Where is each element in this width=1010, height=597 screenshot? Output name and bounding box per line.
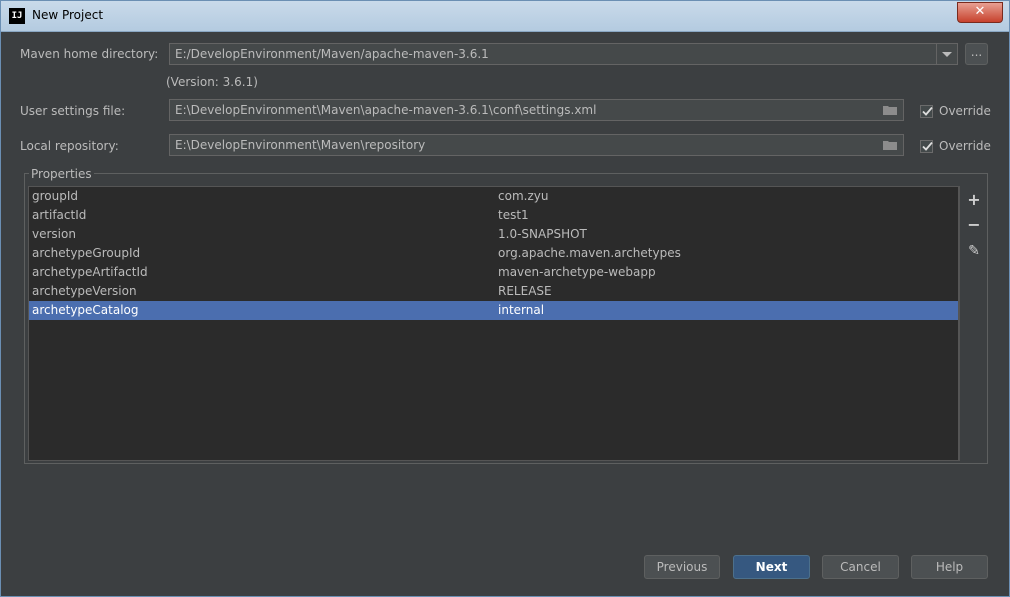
user-settings-override-checkbox[interactable] xyxy=(920,104,933,118)
table-row[interactable]: artifactId test1 xyxy=(29,206,958,225)
help-button[interactable]: Help xyxy=(911,555,988,579)
cancel-button[interactable]: Cancel xyxy=(822,555,899,579)
property-value: 1.0-SNAPSHOT xyxy=(498,227,587,241)
next-button[interactable]: Next xyxy=(733,555,810,579)
user-settings-override[interactable]: Override xyxy=(920,104,991,118)
local-repo-field[interactable]: E:\DevelopEnvironment\Maven\repository xyxy=(169,134,904,156)
user-settings-label: User settings file: xyxy=(20,104,126,118)
window-title: New Project xyxy=(32,8,104,22)
previous-button[interactable]: Previous xyxy=(644,555,720,579)
checkmark-icon xyxy=(922,141,933,151)
property-key: version xyxy=(32,227,76,241)
add-icon[interactable]: + xyxy=(966,192,982,208)
table-row-selected[interactable]: archetypeCatalog internal xyxy=(29,301,958,320)
table-row[interactable]: archetypeArtifactId maven-archetype-weba… xyxy=(29,263,958,282)
property-key: archetypeArtifactId xyxy=(32,265,148,279)
local-repo-override-label: Override xyxy=(939,139,991,153)
properties-table[interactable]: groupId com.zyu artifactId test1 version… xyxy=(28,186,959,461)
folder-icon[interactable] xyxy=(883,140,897,150)
property-value: RELEASE xyxy=(498,284,552,298)
edit-icon[interactable]: ✎ xyxy=(966,243,982,259)
property-key: archetypeGroupId xyxy=(32,246,141,260)
maven-version-text: (Version: 3.6.1) xyxy=(166,75,258,89)
chevron-down-icon[interactable] xyxy=(936,44,957,64)
remove-icon[interactable]: − xyxy=(966,217,982,233)
property-value: maven-archetype-webapp xyxy=(498,265,656,279)
title-bar[interactable]: IJ New Project ✕ xyxy=(1,1,1009,32)
intellij-app-icon: IJ xyxy=(9,8,25,24)
properties-toolbar: + − ✎ xyxy=(959,186,987,461)
property-value: org.apache.maven.archetypes xyxy=(498,246,681,260)
property-key: artifactId xyxy=(32,208,87,222)
local-repo-override-checkbox[interactable] xyxy=(920,139,933,153)
browse-maven-home-button[interactable]: ... xyxy=(965,43,988,65)
checkmark-icon xyxy=(922,106,933,116)
properties-title: Properties xyxy=(29,167,94,181)
property-value: com.zyu xyxy=(498,189,549,203)
close-button[interactable]: ✕ xyxy=(957,2,1003,23)
local-repo-value: E:\DevelopEnvironment\Maven\repository xyxy=(175,138,426,152)
folder-icon[interactable] xyxy=(883,105,897,115)
property-value: internal xyxy=(498,303,545,317)
new-project-dialog: IJ New Project ✕ Maven home directory: E… xyxy=(0,0,1010,597)
maven-home-combo[interactable]: E:/DevelopEnvironment/Maven/apache-maven… xyxy=(169,43,958,65)
table-row[interactable]: archetypeVersion RELEASE xyxy=(29,282,958,301)
property-key: groupId xyxy=(32,189,79,203)
user-settings-override-label: Override xyxy=(939,104,991,118)
property-key: archetypeVersion xyxy=(32,284,137,298)
property-value: test1 xyxy=(498,208,529,222)
table-row[interactable]: groupId com.zyu xyxy=(29,187,958,206)
local-repo-override[interactable]: Override xyxy=(920,139,991,153)
table-row[interactable]: archetypeGroupId org.apache.maven.archet… xyxy=(29,244,958,263)
maven-home-label: Maven home directory: xyxy=(20,47,159,61)
maven-home-value: E:/DevelopEnvironment/Maven/apache-maven… xyxy=(175,47,489,61)
user-settings-field[interactable]: E:\DevelopEnvironment\Maven\apache-maven… xyxy=(169,99,904,121)
table-row[interactable]: version 1.0-SNAPSHOT xyxy=(29,225,958,244)
property-key: archetypeCatalog xyxy=(32,303,139,317)
local-repo-label: Local repository: xyxy=(20,139,119,153)
user-settings-value: E:\DevelopEnvironment\Maven\apache-maven… xyxy=(175,103,597,117)
